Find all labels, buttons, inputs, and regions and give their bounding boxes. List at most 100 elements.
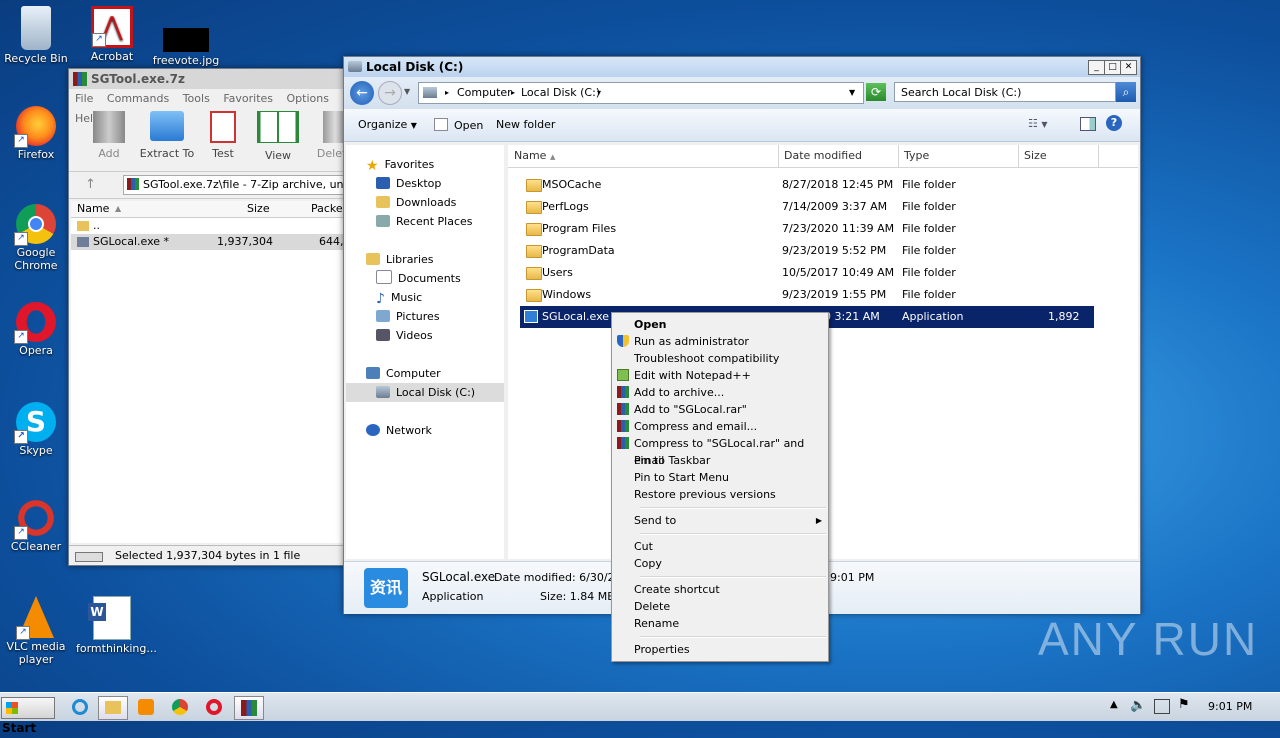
nav-local-disk[interactable]: Local Disk (C:) — [346, 383, 504, 402]
breadcrumb-dropdown-icon[interactable]: ▾ — [597, 83, 601, 103]
zip-add-button[interactable]: Add — [85, 111, 133, 160]
menu-item-properties[interactable]: Properties — [612, 641, 828, 658]
nav-downloads[interactable]: Downloads — [376, 193, 456, 212]
history-dropdown-icon[interactable]: ▼ — [404, 87, 410, 96]
help-icon[interactable]: ? — [1106, 115, 1122, 131]
nav-videos[interactable]: Videos — [376, 326, 433, 345]
taskbar-opera-icon[interactable] — [200, 696, 228, 718]
zip-menu-file[interactable]: File — [75, 92, 93, 105]
clock[interactable]: 9:01 PM — [1208, 700, 1252, 713]
explorer-titlebar[interactable]: Local Disk (C:) _ □ ✕ — [344, 57, 1140, 77]
menu-item-restore-versions[interactable]: Restore previous versions — [612, 486, 828, 503]
nav-desktop[interactable]: Desktop — [376, 174, 441, 193]
desktop-icon-ccleaner[interactable]: ↗ CCleaner — [0, 498, 72, 553]
back-button[interactable]: ← — [350, 81, 374, 105]
menu-item-pin-start[interactable]: Pin to Start Menu — [612, 469, 828, 486]
taskbar-chrome-icon[interactable] — [166, 696, 194, 718]
tray-expand-icon[interactable]: ▲ — [1110, 699, 1118, 710]
file-row-windows[interactable]: Windows 9/23/2019 1:55 PM File folder — [520, 284, 1094, 306]
minimize-button[interactable]: _ — [1088, 60, 1105, 75]
menu-item-send-to[interactable]: Send to ▶ — [612, 512, 828, 529]
menu-item-run-as-admin[interactable]: Run as administrator — [612, 333, 828, 350]
zip-row-file[interactable]: SGLocal.exe * 1,937,304 644,432 — [71, 234, 365, 250]
desktop-icon-freevote[interactable]: freevote.jpg — [150, 6, 222, 67]
zip-row-parent[interactable]: .. — [71, 218, 349, 234]
menu-item-add-to-rar[interactable]: Add to "SGLocal.rar" — [612, 401, 828, 418]
zip-titlebar[interactable]: SGTool.exe.7z — [69, 69, 349, 89]
menu-item-create-shortcut[interactable]: Create shortcut — [612, 581, 828, 598]
menu-item-pin-taskbar[interactable]: Pin to Taskbar — [612, 452, 828, 469]
menu-item-edit-notepadpp[interactable]: Edit with Notepad++ — [612, 367, 828, 384]
menu-item-delete[interactable]: Delete — [612, 598, 828, 615]
up-arrow-icon[interactable]: ↑ — [85, 177, 96, 192]
menu-item-compress-email[interactable]: Compress and email... — [612, 418, 828, 435]
refresh-button[interactable]: ⟳ — [866, 83, 886, 101]
menu-item-compress-rar-email[interactable]: Compress to "SGLocal.rar" and email — [612, 435, 828, 467]
start-button[interactable]: Start — [1, 697, 55, 735]
breadcrumb-local-disk[interactable]: Local Disk (C:) — [521, 83, 600, 103]
taskbar-explorer-icon[interactable] — [98, 696, 128, 720]
search-icon[interactable]: ⌕ — [1116, 82, 1136, 102]
preview-pane-icon[interactable] — [1080, 117, 1096, 131]
zip-menu-commands[interactable]: Commands — [107, 92, 169, 105]
desktop-icon-chrome[interactable]: ↗ Google Chrome — [0, 204, 72, 272]
forward-button[interactable]: → — [378, 81, 402, 105]
maximize-button[interactable]: □ — [1104, 60, 1121, 75]
menu-item-add-to-archive[interactable]: Add to archive... — [612, 384, 828, 401]
zip-extract-button[interactable]: Extract To — [137, 111, 197, 160]
desktop-icon-opera[interactable]: ↗ Opera — [0, 302, 72, 357]
menu-item-troubleshoot[interactable]: Troubleshoot compatibility — [612, 350, 828, 367]
column-name[interactable]: Name ▲ — [508, 145, 779, 167]
taskbar-winrar-icon[interactable] — [234, 696, 264, 720]
desktop-icon-acrobat[interactable]: ⋀ ↗ Acrobat — [76, 6, 148, 63]
menu-item-open[interactable]: Open — [612, 316, 828, 333]
menu-item-rename[interactable]: Rename — [612, 615, 828, 632]
zip-menu-options[interactable]: Options — [287, 92, 329, 105]
navigation-pane[interactable]: ★ Favorites Desktop Downloads Recent Plac… — [346, 145, 504, 559]
nav-libraries[interactable]: Libraries — [366, 250, 434, 269]
nav-music[interactable]: ♪ Music — [376, 288, 422, 307]
close-button[interactable]: ✕ — [1120, 60, 1137, 75]
context-menu[interactable]: Open Run as administrator Troubleshoot c… — [611, 312, 829, 662]
desktop-icon-firefox[interactable]: ↗ Firefox — [0, 106, 72, 161]
address-field[interactable]: ▸ Computer ▸ Local Disk (C:) ▾ ▼ — [418, 82, 864, 104]
file-row-users[interactable]: Users 10/5/2017 10:49 AM File folder — [520, 262, 1094, 284]
taskbar-ie-icon[interactable] — [66, 696, 94, 718]
nav-favorites[interactable]: ★ Favorites — [366, 155, 434, 174]
nav-pictures[interactable]: Pictures — [376, 307, 440, 326]
column-size[interactable]: Size — [1018, 145, 1099, 167]
menu-item-cut[interactable]: Cut — [612, 538, 828, 555]
desktop-icon-word-doc[interactable]: W formthinking... — [76, 596, 157, 655]
nav-recent-places[interactable]: Recent Places — [376, 212, 473, 231]
action-center-flag-icon[interactable]: ⚑ — [1178, 697, 1190, 712]
desktop-icon-recycle-bin[interactable]: Recycle Bin — [0, 6, 72, 65]
file-row-msocache[interactable]: MSOCache 8/27/2018 12:45 PM File folder — [520, 174, 1094, 196]
volume-icon[interactable]: 🔈 — [1130, 698, 1146, 713]
nav-documents[interactable]: Documents — [376, 269, 461, 288]
new-folder-button[interactable]: New folder — [496, 118, 555, 131]
desktop-icon-vlc[interactable]: ↗ VLC media player — [0, 596, 72, 666]
zip-menu-tools[interactable]: Tools — [183, 92, 210, 105]
open-button[interactable]: Open — [434, 118, 483, 132]
zip-path-field[interactable]: SGTool.exe.7z\file - 7-Zip archive, unpa… — [123, 175, 355, 195]
breadcrumb-computer[interactable]: Computer — [457, 83, 512, 103]
zip-col-name[interactable]: Name — [77, 201, 109, 217]
zip-test-button[interactable]: Test — [203, 111, 243, 160]
zip-col-size[interactable]: Size — [247, 201, 270, 217]
column-date-modified[interactable]: Date modified — [778, 145, 899, 167]
taskbar-media-player-icon[interactable] — [132, 696, 160, 718]
nav-computer[interactable]: Computer — [366, 364, 441, 383]
zip-menu-favorites[interactable]: Favorites — [223, 92, 273, 105]
organize-button[interactable]: Organize ▼ — [358, 118, 417, 131]
column-type[interactable]: Type — [898, 145, 1019, 167]
file-row-programdata[interactable]: ProgramData 9/23/2019 5:52 PM File folde… — [520, 240, 1094, 262]
file-row-program-files[interactable]: Program Files 7/23/2020 11:39 AM File fo… — [520, 218, 1094, 240]
zip-file-list[interactable]: Name ▲ Size Packed .. SGLocal.exe * 1,93… — [71, 201, 365, 543]
address-dropdown-icon[interactable]: ▼ — [849, 83, 855, 103]
nav-network[interactable]: Network — [366, 421, 432, 440]
zip-window[interactable]: SGTool.exe.7z File Commands Tools Favori… — [68, 68, 365, 566]
network-tray-icon[interactable] — [1154, 699, 1170, 714]
menu-item-copy[interactable]: Copy — [612, 555, 828, 572]
file-row-perflogs[interactable]: PerfLogs 7/14/2009 3:37 AM File folder — [520, 196, 1094, 218]
desktop-icon-skype[interactable]: S ↗ Skype — [0, 402, 72, 457]
